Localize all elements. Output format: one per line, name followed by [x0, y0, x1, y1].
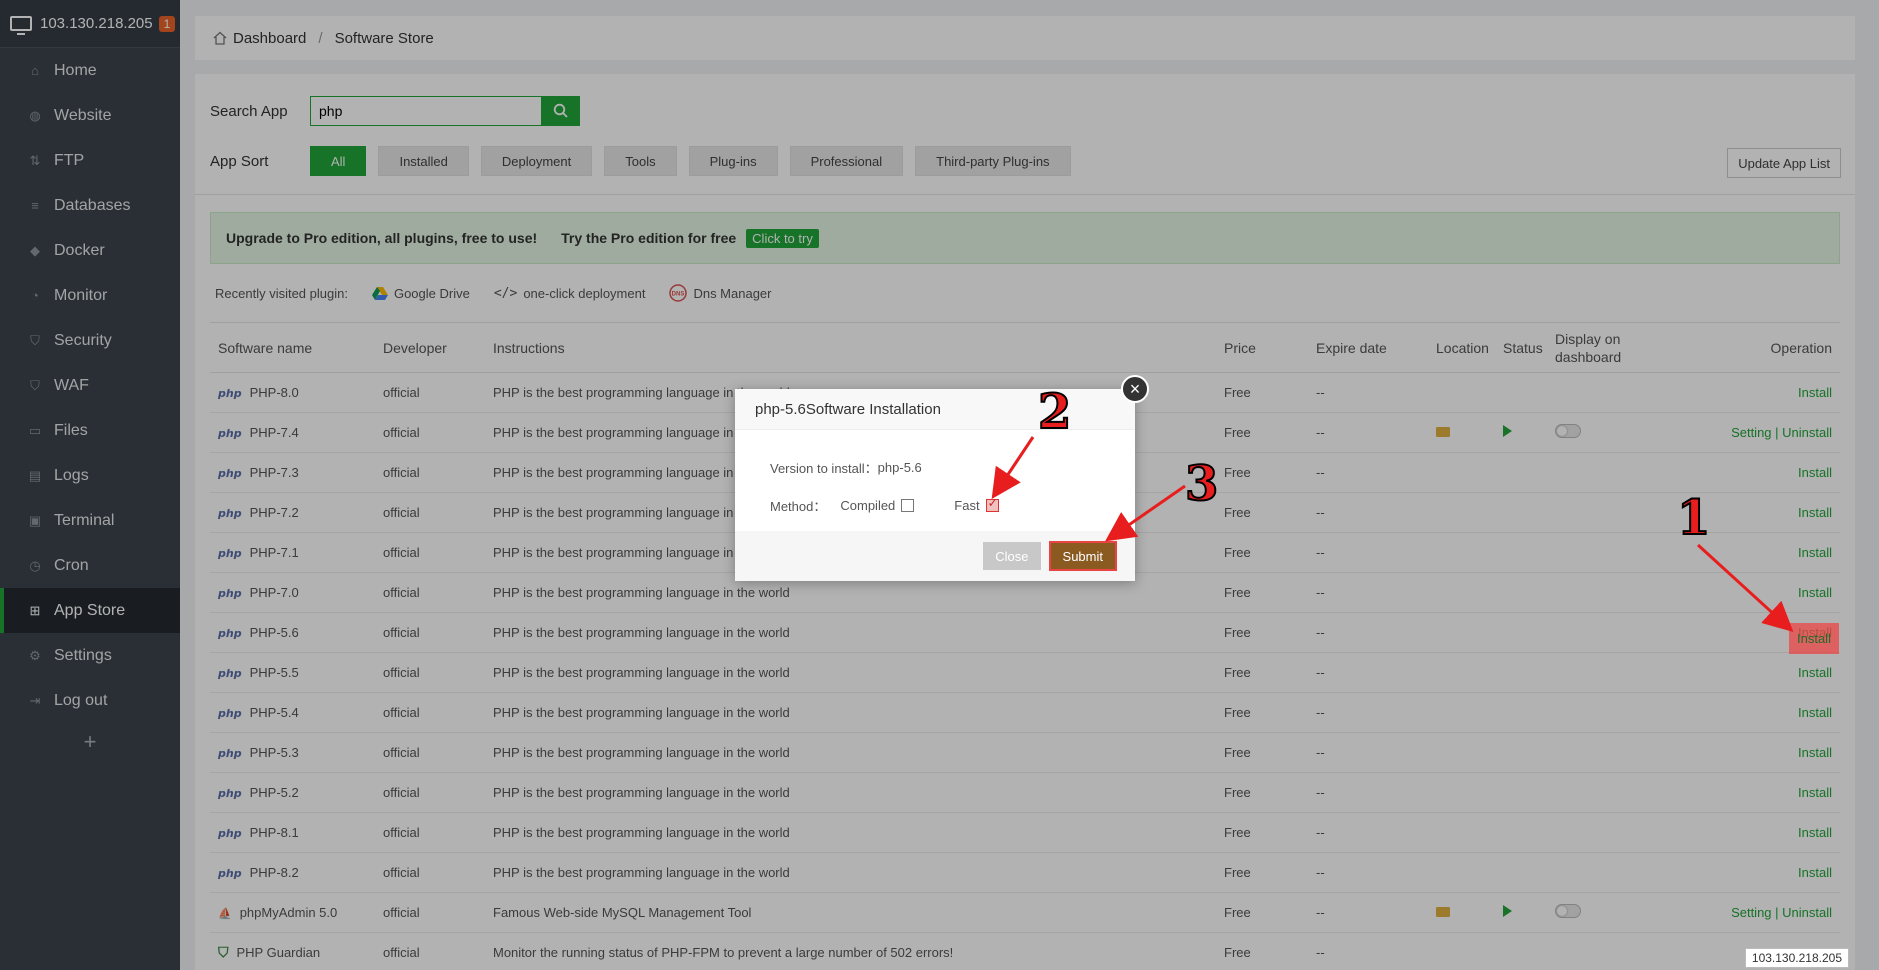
annotation-number-3: 3 [1184, 455, 1219, 513]
ip-tooltip: 103.130.218.205 [1744, 948, 1849, 968]
arrow-1 [1696, 543, 1794, 633]
arrow-2 [991, 436, 1035, 499]
annotation-number-2: 2 [1037, 383, 1072, 441]
annotation-arrows [991, 436, 1794, 633]
arrow-3 [1105, 484, 1186, 542]
annotation-number-1: 1 [1676, 489, 1711, 547]
